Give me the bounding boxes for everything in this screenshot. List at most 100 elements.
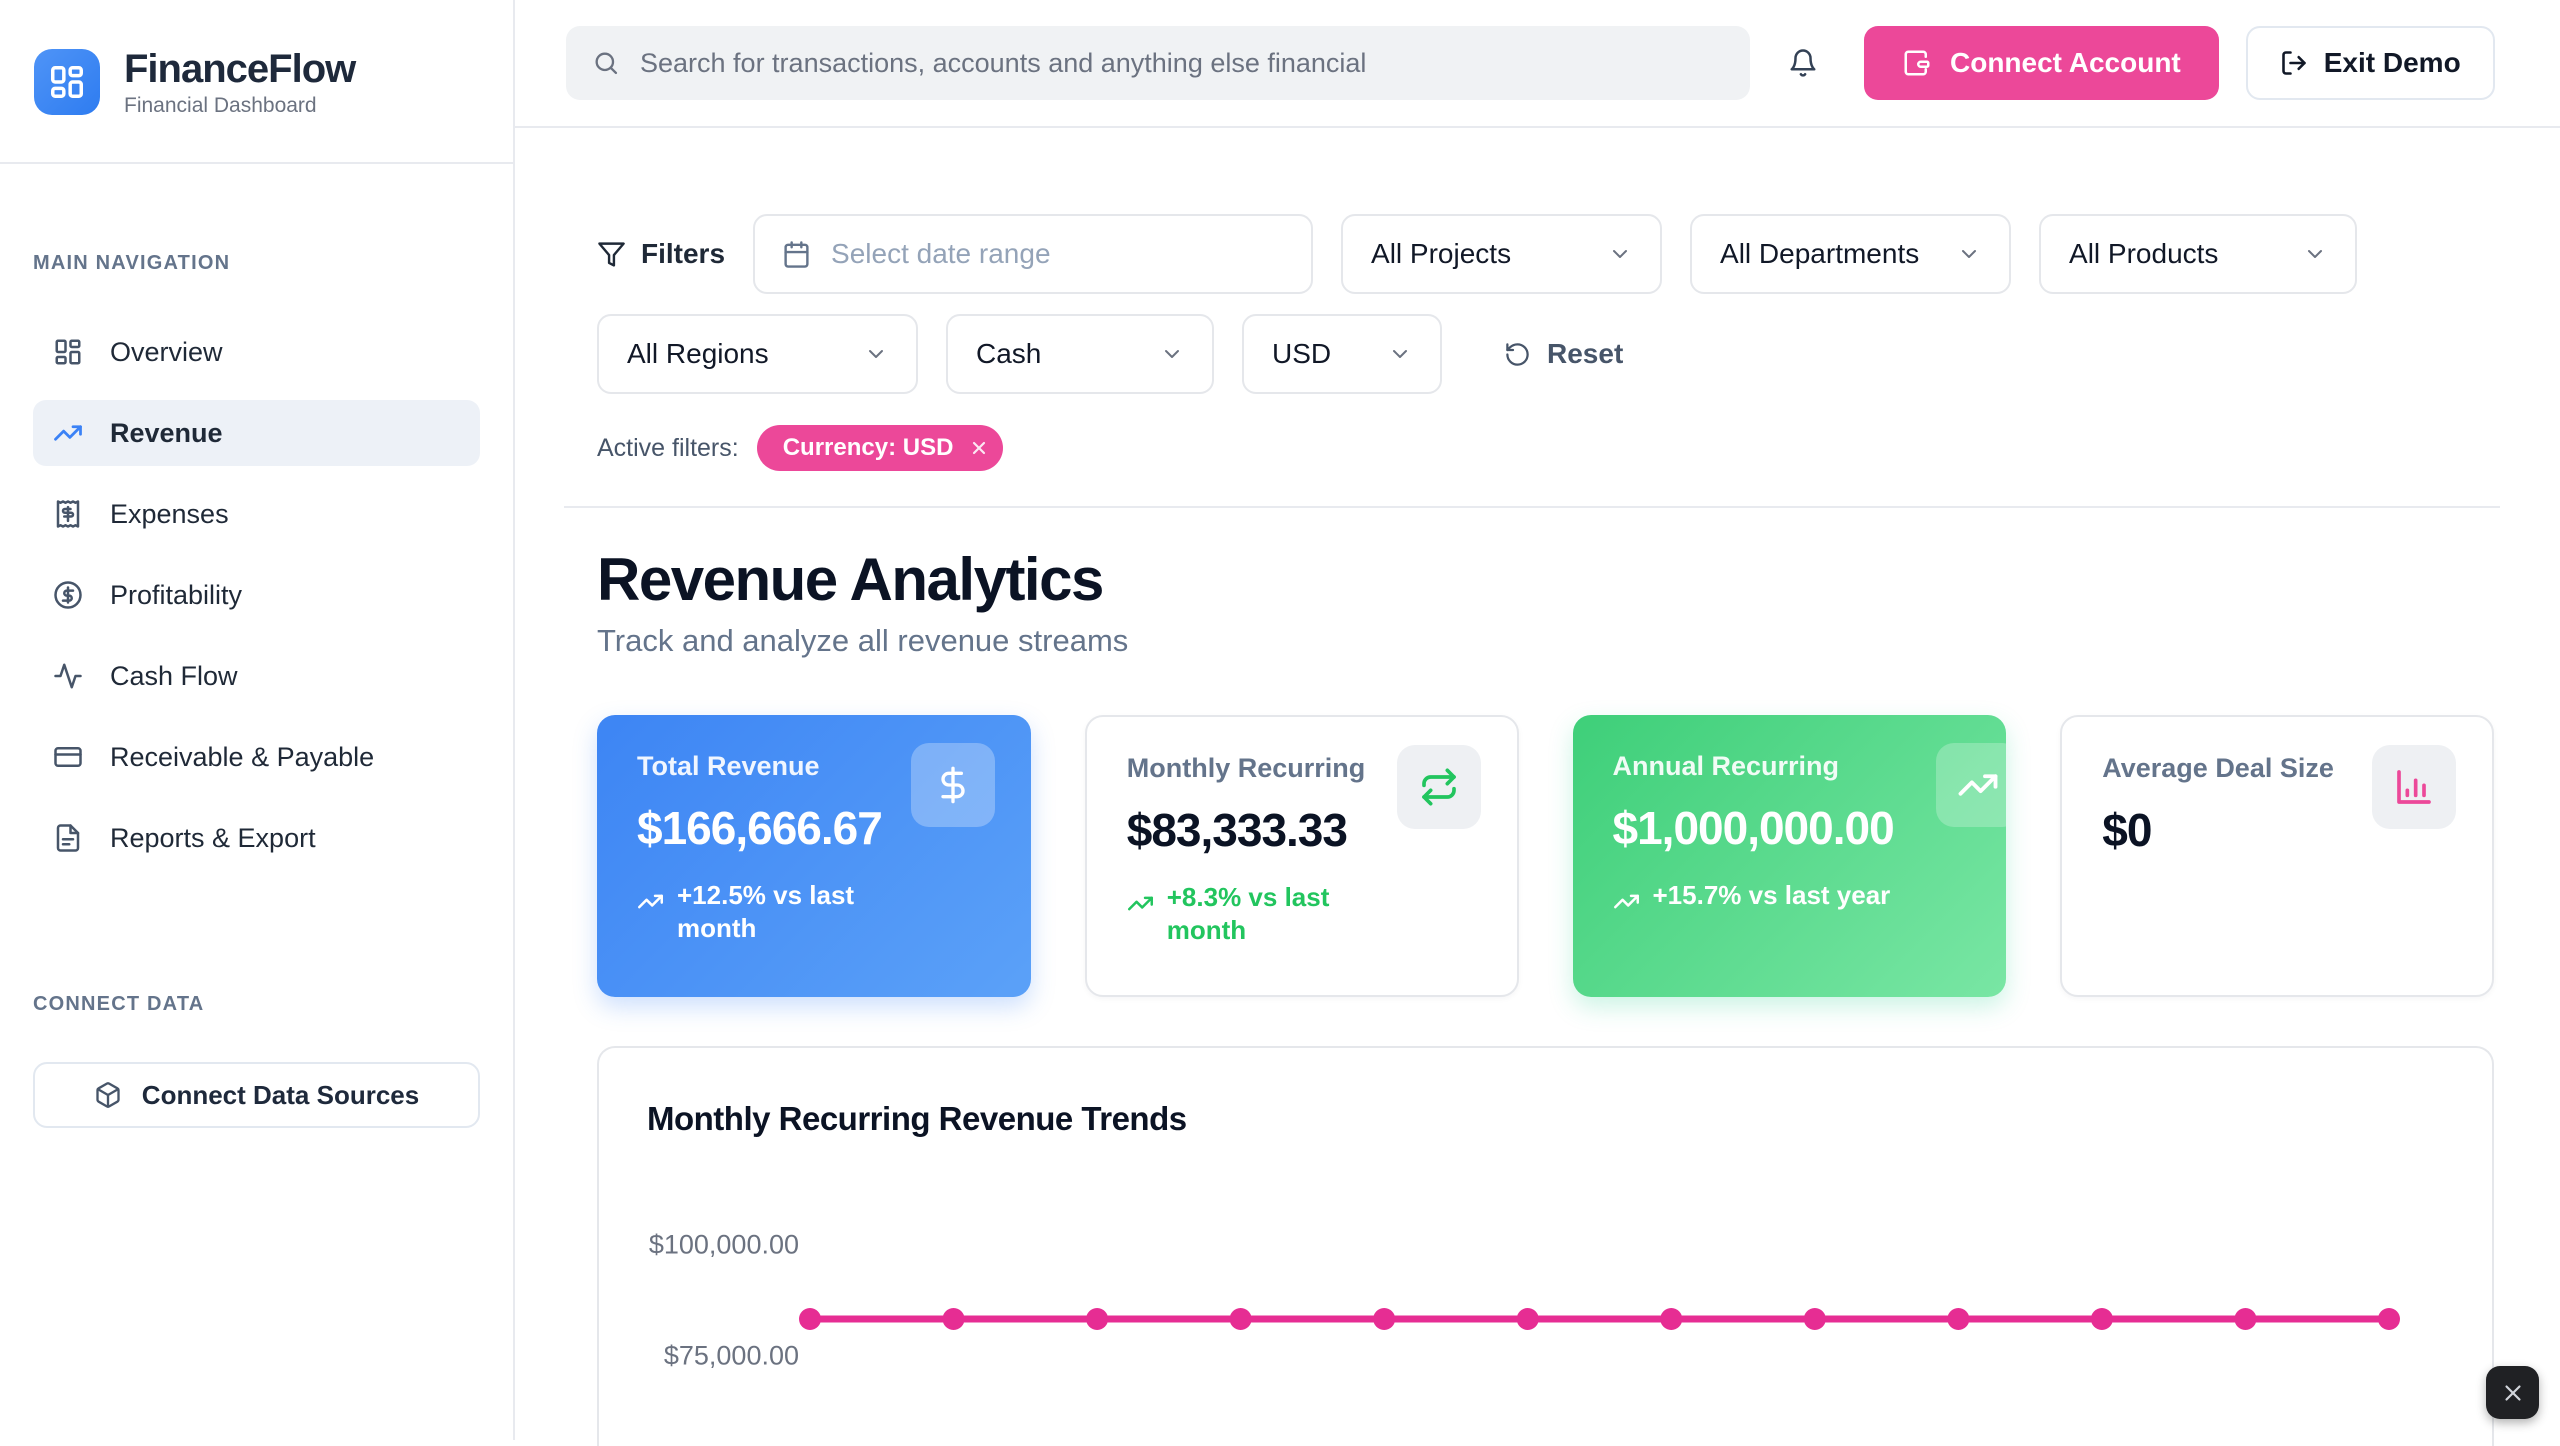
monthly-recurring-card[interactable]: Monthly Recurring $83,333.33 +8.3% vs la… bbox=[1085, 715, 1519, 997]
cube-icon bbox=[94, 1081, 122, 1109]
main-navigation-label: MAIN NAVIGATION bbox=[33, 252, 480, 275]
sidebar-item-profitability[interactable]: Profitability bbox=[33, 562, 480, 628]
dashboard-grid-icon bbox=[53, 337, 83, 367]
close-overlay-button[interactable] bbox=[2486, 1366, 2539, 1419]
app-logo-block: FinanceFlow Financial Dashboard bbox=[0, 0, 513, 164]
active-filters-label: Active filters: bbox=[597, 434, 739, 463]
sidebar-item-receivable-payable[interactable]: Receivable & Payable bbox=[33, 724, 480, 790]
departments-select-value: All Departments bbox=[1720, 238, 1919, 270]
connect-account-label: Connect Account bbox=[1950, 47, 2181, 79]
reset-label: Reset bbox=[1547, 338, 1623, 370]
sidebar-item-label: Overview bbox=[110, 337, 223, 368]
kpi-cards-row: Total Revenue $166,666.67 +12.5% vs last… bbox=[597, 715, 2494, 997]
app-logo bbox=[34, 49, 100, 115]
page-subtitle: Track and analyze all revenue streams bbox=[597, 623, 2494, 659]
sidebar-item-label: Profitability bbox=[110, 580, 242, 611]
chevron-down-icon bbox=[1957, 242, 1981, 266]
total-revenue-card[interactable]: Total Revenue $166,666.67 +12.5% vs last… bbox=[597, 715, 1031, 997]
products-select-value: All Products bbox=[2069, 238, 2218, 270]
app-title: FinanceFlow bbox=[124, 47, 355, 91]
connect-data-sources-button[interactable]: Connect Data Sources bbox=[33, 1062, 480, 1128]
search-input[interactable] bbox=[640, 48, 1724, 79]
kpi-change-text: +15.7% vs last year bbox=[1653, 879, 1891, 912]
sidebar-item-overview[interactable]: Overview bbox=[33, 319, 480, 385]
page-title: Revenue Analytics bbox=[597, 545, 2494, 614]
reset-filters-button[interactable]: Reset bbox=[1504, 338, 1623, 370]
mrr-trends-chart-card: Monthly Recurring Revenue Trends $100,00… bbox=[597, 1046, 2494, 1446]
trending-up-icon bbox=[53, 418, 83, 448]
sidebar-item-revenue[interactable]: Revenue bbox=[33, 400, 480, 466]
connect-account-button[interactable]: Connect Account bbox=[1864, 26, 2219, 100]
exit-demo-label: Exit Demo bbox=[2324, 47, 2461, 79]
app-identity: FinanceFlow Financial Dashboard bbox=[124, 47, 355, 118]
currency-select[interactable]: USD bbox=[1242, 314, 1442, 394]
chevron-down-icon bbox=[1388, 342, 1412, 366]
regions-select-value: All Regions bbox=[627, 338, 769, 370]
departments-select[interactable]: All Departments bbox=[1690, 214, 2011, 294]
filters-row-1: Filters All Projects All Departments bbox=[597, 214, 2494, 294]
connect-data-label: CONNECT DATA bbox=[33, 993, 480, 1016]
sidebar-item-label: Receivable & Payable bbox=[110, 742, 374, 773]
chevron-down-icon bbox=[1608, 242, 1632, 266]
main-content: Filters All Projects All Departments bbox=[515, 128, 2560, 1440]
trending-up-icon bbox=[637, 888, 664, 915]
dollar-sign-icon bbox=[911, 743, 995, 827]
average-deal-size-card[interactable]: Average Deal Size $0 bbox=[2060, 715, 2494, 997]
global-search[interactable] bbox=[566, 26, 1750, 100]
search-icon bbox=[592, 49, 620, 77]
chevron-down-icon bbox=[2303, 242, 2327, 266]
sidebar-item-expenses[interactable]: Expenses bbox=[33, 481, 480, 547]
remove-chip-icon[interactable] bbox=[969, 438, 989, 458]
kpi-change: +15.7% vs last year bbox=[1613, 879, 1967, 915]
kpi-value: $1,000,000.00 bbox=[1613, 801, 1967, 855]
sidebar-item-label: Revenue bbox=[110, 418, 223, 449]
main-navigation: Overview Revenue Expenses bbox=[33, 319, 480, 871]
active-filters-row: Active filters: Currency: USD bbox=[597, 425, 2494, 471]
chevron-down-icon bbox=[864, 342, 888, 366]
date-range-input[interactable] bbox=[831, 238, 1284, 270]
notifications-bell-icon[interactable] bbox=[1788, 48, 1818, 78]
section-divider bbox=[564, 506, 2500, 508]
accounting-basis-value: Cash bbox=[976, 338, 1041, 370]
products-select[interactable]: All Products bbox=[2039, 214, 2357, 294]
file-text-icon bbox=[53, 823, 83, 853]
kpi-change-text: +8.3% vs last month bbox=[1167, 881, 1407, 946]
receipt-icon bbox=[53, 499, 83, 529]
regions-select[interactable]: All Regions bbox=[597, 314, 918, 394]
funnel-icon bbox=[597, 240, 626, 269]
sidebar-item-label: Reports & Export bbox=[110, 823, 316, 854]
accounting-basis-select[interactable]: Cash bbox=[946, 314, 1214, 394]
date-range-field[interactable] bbox=[753, 214, 1313, 294]
kpi-change-text: +12.5% vs last month bbox=[677, 879, 917, 944]
kpi-change: +12.5% vs last month bbox=[637, 879, 991, 944]
sidebar-item-label: Cash Flow bbox=[110, 661, 238, 692]
currency-filter-chip[interactable]: Currency: USD bbox=[757, 425, 1004, 471]
trending-up-icon bbox=[1127, 890, 1154, 917]
wallet-icon bbox=[1902, 48, 1932, 78]
projects-select[interactable]: All Projects bbox=[1341, 214, 1662, 294]
close-icon bbox=[2500, 1380, 2526, 1406]
kpi-change: +8.3% vs last month bbox=[1127, 881, 1477, 946]
currency-select-value: USD bbox=[1272, 338, 1331, 370]
sidebar-item-reports-export[interactable]: Reports & Export bbox=[33, 805, 480, 871]
mrr-line-chart[interactable] bbox=[599, 1048, 2492, 1446]
credit-card-icon bbox=[53, 742, 83, 772]
calendar-icon bbox=[782, 240, 811, 269]
annual-recurring-card[interactable]: Annual Recurring $1,000,000.00 +15.7% vs… bbox=[1573, 715, 2007, 997]
kpi-label: Annual Recurring bbox=[1613, 751, 1967, 782]
chevron-down-icon bbox=[1160, 342, 1184, 366]
sidebar: FinanceFlow Financial Dashboard MAIN NAV… bbox=[0, 0, 515, 1440]
dashboard-logo-icon bbox=[48, 63, 86, 101]
sidebar-item-cash-flow[interactable]: Cash Flow bbox=[33, 643, 480, 709]
exit-demo-button[interactable]: Exit Demo bbox=[2246, 26, 2495, 100]
projects-select-value: All Projects bbox=[1371, 238, 1511, 270]
log-out-icon bbox=[2280, 49, 2308, 77]
connect-data-sources-label: Connect Data Sources bbox=[142, 1080, 419, 1111]
rotate-ccw-icon bbox=[1504, 341, 1531, 368]
filters-title: Filters bbox=[641, 238, 725, 270]
trending-up-icon bbox=[1936, 743, 2006, 827]
bar-chart-icon bbox=[2372, 745, 2456, 829]
currency-chip-label: Currency: USD bbox=[783, 434, 954, 462]
repeat-icon bbox=[1397, 745, 1481, 829]
sidebar-item-label: Expenses bbox=[110, 499, 229, 530]
